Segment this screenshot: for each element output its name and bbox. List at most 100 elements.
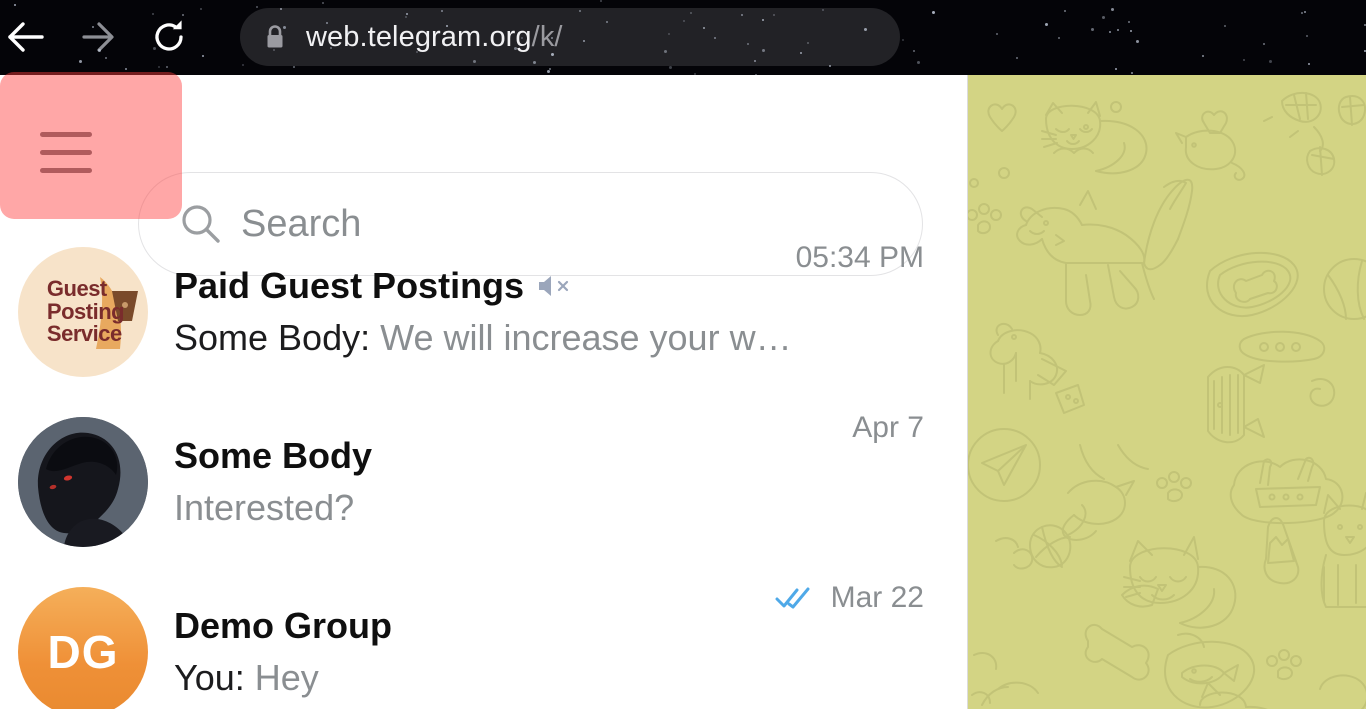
background-speck [1115,68,1117,70]
chat-title-row: Paid Guest Postings [174,265,796,307]
background-speck [917,61,920,64]
preview-text: Hey [254,657,319,698]
background-speck [200,8,202,10]
background-speck [98,49,101,52]
background-speck [405,16,407,18]
chat-meta: Mar 22 [775,581,924,615]
background-speck [473,60,476,63]
background-speck [242,64,244,66]
chat-preview: Interested? [174,487,852,529]
background-speck [1269,60,1272,63]
chat-meta: 05:34 PM [796,241,924,275]
background-speck [256,6,258,8]
url-domain: web.telegram.org [306,20,532,53]
background-speck [1128,21,1130,23]
muted-speaker-icon [536,271,572,301]
background-speck [347,31,350,34]
back-button[interactable] [0,12,52,62]
hamburger-bar [40,167,92,173]
avatar-artwork [18,417,148,547]
background-speck [807,42,809,44]
background-speck [521,37,523,39]
background-speck [932,11,935,14]
background-speck [125,68,127,70]
chat-text: Some Body Interested? [174,435,852,529]
avatar-label: Guest Posting Service [46,276,125,347]
background-speck [1224,25,1226,27]
background-speck [714,37,716,39]
chat-meta: Apr 7 [852,411,924,445]
background-speck [1301,12,1303,14]
background-speck [1064,10,1066,12]
background-speck [690,12,692,14]
background-speck [202,55,204,57]
background-speck [1130,30,1132,32]
background-speck [322,2,324,4]
chat-list-column: Search Guest Posting Service Paid Guest … [0,75,968,709]
chat-list-header: Search [0,75,967,276]
background-speck [996,33,998,35]
url-text: web.telegram.org/k/ [306,21,563,54]
background-speck [1045,23,1048,26]
pets-doodle-pattern [968,92,1366,709]
background-speck [664,50,667,53]
background-speck [600,0,602,2]
background-speck [762,49,765,52]
chat-time: Mar 22 [830,581,924,614]
background-speck [1111,8,1114,11]
background-speck [533,61,536,64]
background-speck [754,60,756,62]
chat-list-item[interactable]: DG Demo Group You: Hey Mar 22 [0,567,967,709]
chat-title: Some Body [174,435,373,476]
address-bar[interactable]: web.telegram.org/k/ [240,8,900,66]
background-speck [514,47,517,50]
background-speck [606,21,608,23]
reload-icon [150,18,188,56]
background-speck [1136,40,1139,43]
background-speck [182,14,184,16]
background-speck [551,53,554,56]
background-speck [913,50,915,52]
background-speck [273,49,275,51]
chat-list-item[interactable]: Guest Posting Service Paid Guest Posting… [0,227,967,397]
background-speck [152,13,154,15]
avatar [18,417,148,547]
background-speck [551,37,553,39]
chat-preview: Some Body: We will increase your website… [174,317,796,359]
reload-button[interactable] [143,12,195,62]
hamburger-bar [40,131,92,137]
preview-sender: You: [174,657,255,698]
background-speck [683,20,685,22]
chat-text: Paid Guest Postings Some Body: We will i… [174,265,796,359]
browser-chrome: web.telegram.org/k/ [0,0,1366,75]
background-speck [829,65,831,67]
chat-title-row: Some Body [174,435,852,477]
double-check-icon [775,585,821,611]
preview-text: We will increase your website … [380,317,796,358]
background-speck [800,52,802,54]
chat-title-row: Demo Group [174,605,775,647]
arrow-right-icon [76,20,116,54]
background-speck [446,25,448,27]
background-speck [579,10,581,12]
chat-wallpaper [968,75,1366,709]
background-speck [105,57,107,59]
background-speck [1306,35,1308,37]
hamburger-menu-button[interactable] [26,121,106,183]
background-speck [741,14,743,16]
chat-list-item[interactable]: Some Body Interested? Apr 7 [0,397,967,567]
background-speck [14,4,16,6]
background-speck [1091,28,1094,31]
background-speck [773,14,775,16]
background-speck [1117,29,1119,31]
preview-text: Interested? [174,487,355,528]
background-speck [1058,37,1060,39]
background-speck [583,40,585,42]
background-speck [1304,11,1306,13]
background-speck [822,9,824,11]
background-speck [703,27,705,29]
background-speck [902,39,904,41]
forward-button[interactable] [70,12,122,62]
url-path: /k/ [531,20,563,53]
background-speck [293,66,295,68]
